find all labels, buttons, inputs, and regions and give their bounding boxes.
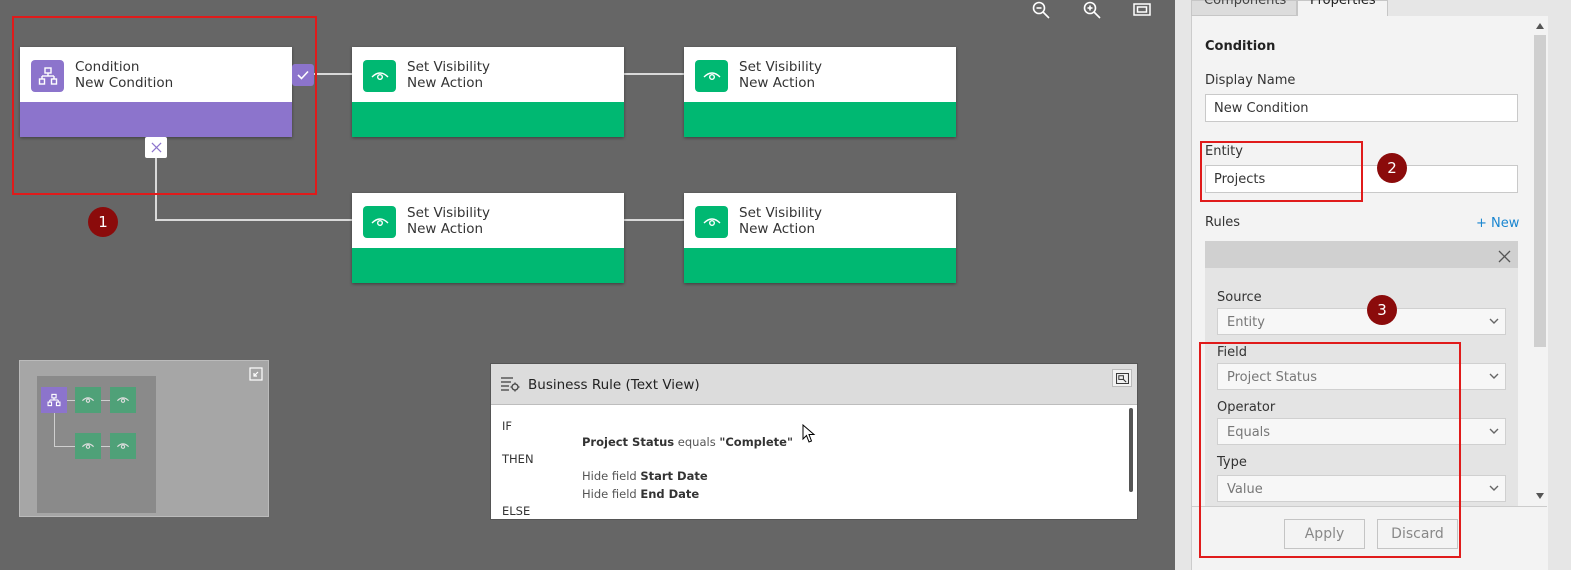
connector-line	[623, 219, 685, 221]
text-view-header: Business Rule (Text View)	[491, 364, 1137, 405]
condition-value: "Complete"	[719, 435, 793, 449]
node-title: Set Visibility	[739, 205, 823, 221]
minimap-action-node	[110, 387, 136, 413]
chevron-down-icon	[1489, 485, 1499, 491]
source-value: Entity	[1227, 315, 1265, 330]
rules-label: Rules	[1205, 215, 1241, 230]
connector-line	[623, 73, 685, 75]
annotation-badge-1: 1	[88, 207, 118, 237]
keyword-if: IF	[502, 419, 513, 433]
source-select[interactable]: Entity	[1217, 308, 1506, 335]
connector-line	[155, 219, 353, 221]
eye-icon	[695, 60, 728, 92]
new-rule-link[interactable]: + New	[1476, 216, 1519, 231]
mouse-cursor-icon	[802, 423, 816, 444]
condition-field: Project Status	[582, 435, 675, 449]
node-name: New Action	[739, 221, 816, 237]
scroll-up-icon[interactable]	[1535, 22, 1545, 30]
action-prefix: Hide field	[582, 469, 641, 483]
chevron-down-icon	[1489, 318, 1499, 324]
expand-text-view-icon[interactable]	[1112, 369, 1132, 387]
set-visibility-node[interactable]: Set Visibility New Action	[684, 193, 956, 283]
action-line: Hide field End Date	[582, 487, 699, 501]
minimap-viewport[interactable]	[37, 376, 156, 513]
set-visibility-node[interactable]: Set Visibility New Action	[352, 193, 624, 283]
annotation-badge-3: 3	[1367, 295, 1397, 325]
node-bar	[684, 248, 956, 283]
tab-components[interactable]: Components	[1191, 0, 1297, 16]
source-label: Source	[1217, 290, 1262, 305]
node-bar	[684, 102, 956, 137]
chevron-down-icon	[1489, 428, 1499, 434]
node-title: Set Visibility	[407, 205, 491, 221]
remove-rule-close-icon[interactable]	[1498, 248, 1511, 263]
minimap[interactable]	[19, 360, 269, 517]
node-name: New Action	[407, 75, 484, 91]
minimap-action-node	[75, 433, 101, 459]
properties-scrollbar[interactable]	[1534, 35, 1546, 347]
text-view-scrollbar[interactable]	[1129, 408, 1133, 492]
action-line: Hide field Start Date	[582, 469, 708, 483]
text-view-icon	[500, 376, 520, 392]
annotation-box-2	[1200, 141, 1363, 202]
display-name-label: Display Name	[1205, 73, 1296, 88]
display-name-input[interactable]: New Condition	[1205, 94, 1518, 122]
condition-line: Project Status equals "Complete"	[582, 435, 793, 449]
annotation-box-1	[12, 16, 317, 195]
eye-icon	[363, 60, 396, 92]
minimap-action-node	[110, 433, 136, 459]
fit-screen-icon[interactable]	[1132, 0, 1154, 20]
condition-operator: equals	[674, 435, 720, 449]
eye-icon	[363, 206, 396, 238]
node-bar	[352, 248, 624, 283]
keyword-then: THEN	[502, 452, 534, 466]
zoom-out-icon[interactable]	[1031, 0, 1053, 20]
tab-properties[interactable]: Properties	[1297, 0, 1388, 16]
node-name: New Action	[407, 221, 484, 237]
node-bar	[352, 102, 624, 137]
minimap-condition-node	[41, 387, 67, 413]
action-field: Start Date	[640, 469, 708, 483]
minimap-action-node	[75, 387, 101, 413]
zoom-in-icon[interactable]	[1082, 0, 1104, 20]
section-title: Condition	[1205, 39, 1276, 54]
node-title: Set Visibility	[407, 59, 491, 75]
node-title: Set Visibility	[739, 59, 823, 75]
action-field: End Date	[640, 487, 700, 501]
action-prefix: Hide field	[582, 487, 641, 501]
set-visibility-node[interactable]: Set Visibility New Action	[684, 47, 956, 137]
eye-icon	[695, 206, 728, 238]
set-visibility-node[interactable]: Set Visibility New Action	[352, 47, 624, 137]
node-name: New Action	[739, 75, 816, 91]
annotation-badge-2: 2	[1377, 153, 1407, 183]
text-view-title: Business Rule (Text View)	[528, 377, 700, 393]
designer-canvas[interactable]: Condition New Condition Set Visibility N…	[0, 0, 1175, 570]
collapse-minimap-icon[interactable]	[249, 366, 263, 381]
connector-line	[313, 73, 353, 75]
chevron-down-icon	[1489, 373, 1499, 379]
scroll-down-icon[interactable]	[1535, 492, 1545, 500]
keyword-else: ELSE	[502, 504, 531, 518]
rule-header	[1205, 241, 1518, 268]
annotation-box-3	[1199, 342, 1461, 558]
